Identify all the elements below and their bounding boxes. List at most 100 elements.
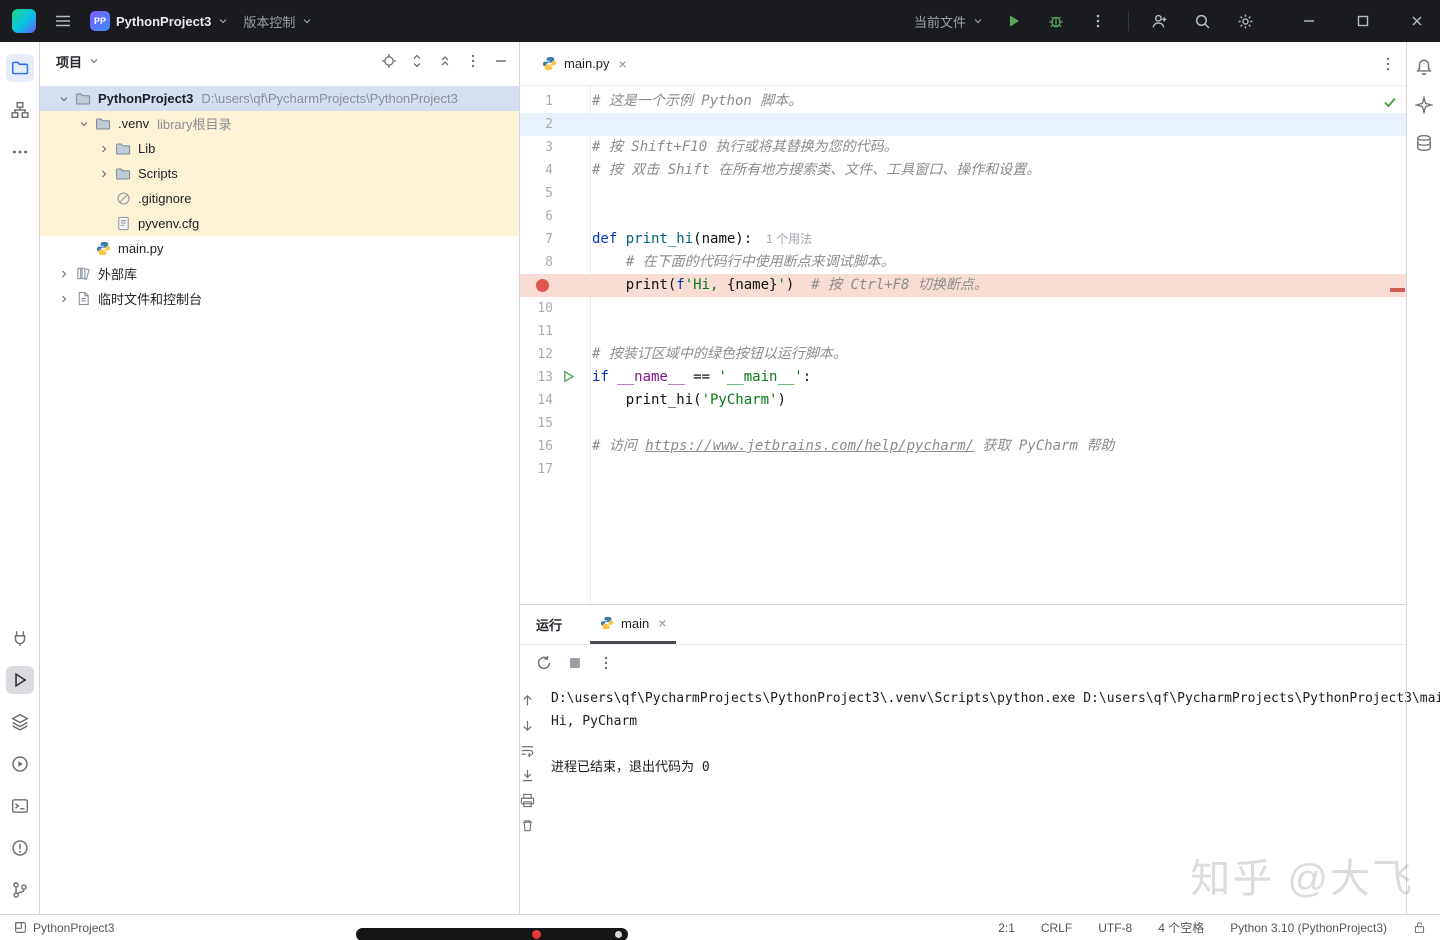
run-options-icon[interactable] <box>598 655 614 671</box>
project-tool-icon[interactable] <box>6 54 34 82</box>
code-line-16[interactable]: 16# 访问 https://www.jetbrains.com/help/py… <box>520 435 1406 458</box>
scroll-to-end-icon[interactable] <box>520 768 535 783</box>
more-actions-icon[interactable] <box>1086 9 1110 33</box>
chevron-down-icon[interactable] <box>74 118 94 130</box>
tab-options-icon[interactable] <box>1380 56 1396 72</box>
more-tools-icon[interactable] <box>6 138 34 166</box>
tree-item-PythonProject3[interactable]: PythonProject3D:\users\qf\PycharmProject… <box>40 86 519 111</box>
tree-item-.gitignore[interactable]: .gitignore <box>40 186 519 211</box>
editor-gutter[interactable]: 17 <box>520 458 590 481</box>
code-line-6[interactable]: 6 <box>520 205 1406 228</box>
chevron-down-icon[interactable] <box>54 93 74 105</box>
tree-item-.venv[interactable]: .venvlibrary根目录 <box>40 111 519 136</box>
tree-item--[interactable]: 外部库 <box>40 261 519 286</box>
python-console-icon[interactable] <box>6 624 34 652</box>
database-icon[interactable] <box>1415 134 1433 152</box>
code-line-15[interactable]: 15 <box>520 412 1406 435</box>
print-icon[interactable] <box>520 793 535 808</box>
tree-item-pyvenv.cfg[interactable]: pyvenv.cfg <box>40 211 519 236</box>
git-branch-icon[interactable] <box>6 876 34 904</box>
editor-gutter[interactable]: 6 <box>520 205 590 228</box>
problems-icon[interactable] <box>6 834 34 862</box>
terminal-icon[interactable] <box>6 792 34 820</box>
python-packages-icon[interactable] <box>6 708 34 736</box>
lock-icon[interactable] <box>1413 921 1426 934</box>
editor-gutter[interactable]: 10 <box>520 297 590 320</box>
settings-gear-icon[interactable] <box>1233 9 1258 34</box>
tree-item-Scripts[interactable]: Scripts <box>40 161 519 186</box>
chevron-down-icon[interactable] <box>88 55 100 67</box>
run-tool-icon[interactable] <box>6 666 34 694</box>
code-line-17[interactable]: 17 <box>520 458 1406 481</box>
stop-icon[interactable] <box>568 656 582 670</box>
code-with-me-icon[interactable] <box>1147 9 1172 34</box>
status-item[interactable]: 4 个空格 <box>1158 919 1204 936</box>
locate-file-icon[interactable] <box>381 53 397 69</box>
editor-gutter[interactable]: 7 <box>520 228 590 251</box>
down-stack-icon[interactable] <box>520 718 535 733</box>
code-line-4[interactable]: 4# 按 双击 Shift 在所有地方搜索类、文件、工具窗口、操作和设置。 <box>520 159 1406 182</box>
code-line-2[interactable]: 2 <box>520 113 1406 136</box>
code-editor[interactable]: 1# 这是一个示例 Python 脚本。23# 按 Shift+F10 执行或将… <box>520 86 1406 604</box>
breakpoint-icon[interactable] <box>536 279 549 292</box>
chevron-right-icon[interactable] <box>54 268 74 280</box>
close-tab-icon[interactable]: × <box>619 56 627 72</box>
editor-gutter[interactable]: 4 <box>520 159 590 182</box>
run-config-selector[interactable]: 当前文件 <box>914 12 984 31</box>
console-output[interactable]: D:\users\qf\PycharmProjects\PythonProjec… <box>535 681 1440 914</box>
run-panel-title[interactable]: 运行 <box>536 615 562 634</box>
status-item[interactable]: UTF-8 <box>1098 921 1132 935</box>
tree-item-Lib[interactable]: Lib <box>40 136 519 161</box>
run-line-icon[interactable] <box>562 370 575 383</box>
code-line-8[interactable]: 8 # 在下面的代码行中使用断点来调试脚本。 <box>520 251 1406 274</box>
code-line-14[interactable]: 14 print_hi('PyCharm') <box>520 389 1406 412</box>
clear-console-icon[interactable] <box>520 818 535 833</box>
status-item[interactable]: Python 3.10 (PythonProject3) <box>1230 921 1387 935</box>
chevron-right-icon[interactable] <box>54 293 74 305</box>
project-panel-title[interactable]: 项目 <box>56 52 82 71</box>
status-item[interactable]: 2:1 <box>998 921 1015 935</box>
up-stack-icon[interactable] <box>520 693 535 708</box>
search-icon[interactable] <box>1190 9 1215 34</box>
rerun-icon[interactable] <box>536 655 552 671</box>
code-line-5[interactable]: 5 <box>520 182 1406 205</box>
editor-gutter[interactable]: 11 <box>520 320 590 343</box>
chevron-right-icon[interactable] <box>94 168 114 180</box>
minimize-icon[interactable] <box>1298 10 1320 32</box>
debug-icon[interactable] <box>1044 9 1068 33</box>
tree-item--[interactable]: 临时文件和控制台 <box>40 286 519 311</box>
collapse-all-icon[interactable] <box>437 53 453 69</box>
editor-gutter[interactable]: 1 <box>520 90 590 113</box>
code-line-11[interactable]: 11 <box>520 320 1406 343</box>
main-menu-icon[interactable] <box>50 8 76 34</box>
status-item[interactable]: CRLF <box>1041 921 1072 935</box>
statusbar-project[interactable]: PythonProject3 <box>14 921 114 935</box>
structure-tool-icon[interactable] <box>6 96 34 124</box>
editor-gutter[interactable]: 16 <box>520 435 590 458</box>
run-tab-main[interactable]: main × <box>590 605 676 644</box>
editor-gutter[interactable]: 5 <box>520 182 590 205</box>
notifications-bell-icon[interactable] <box>1415 58 1433 76</box>
tree-item-main.py[interactable]: main.py <box>40 236 519 261</box>
project-selector[interactable]: PP PythonProject3 <box>90 11 229 31</box>
code-line-10[interactable]: 10 <box>520 297 1406 320</box>
editor-gutter[interactable]: 8 <box>520 251 590 274</box>
ai-assistant-icon[interactable] <box>1415 96 1433 114</box>
editor-gutter[interactable]: 2 <box>520 113 590 136</box>
vcs-widget[interactable]: 版本控制 <box>243 12 313 31</box>
panel-options-icon[interactable] <box>465 53 481 69</box>
code-line-1[interactable]: 1# 这是一个示例 Python 脚本。 <box>520 90 1406 113</box>
inspection-ok-icon[interactable] <box>1382 94 1398 110</box>
hide-panel-icon[interactable] <box>493 53 509 69</box>
soft-wrap-icon[interactable] <box>520 743 535 758</box>
close-icon[interactable] <box>1406 10 1428 32</box>
code-line-9[interactable]: print(f'Hi, {name}') # 按 Ctrl+F8 切换断点。 <box>520 274 1406 297</box>
editor-gutter[interactable]: 14 <box>520 389 590 412</box>
editor-gutter[interactable] <box>520 274 590 297</box>
editor-gutter[interactable]: 15 <box>520 412 590 435</box>
expand-collapse-icon[interactable] <box>409 53 425 69</box>
maximize-icon[interactable] <box>1352 10 1374 32</box>
code-line-12[interactable]: 12# 按装订区域中的绿色按钮以运行脚本。 <box>520 343 1406 366</box>
code-line-3[interactable]: 3# 按 Shift+F10 执行或将其替换为您的代码。 <box>520 136 1406 159</box>
close-tab-icon[interactable]: × <box>658 615 666 631</box>
